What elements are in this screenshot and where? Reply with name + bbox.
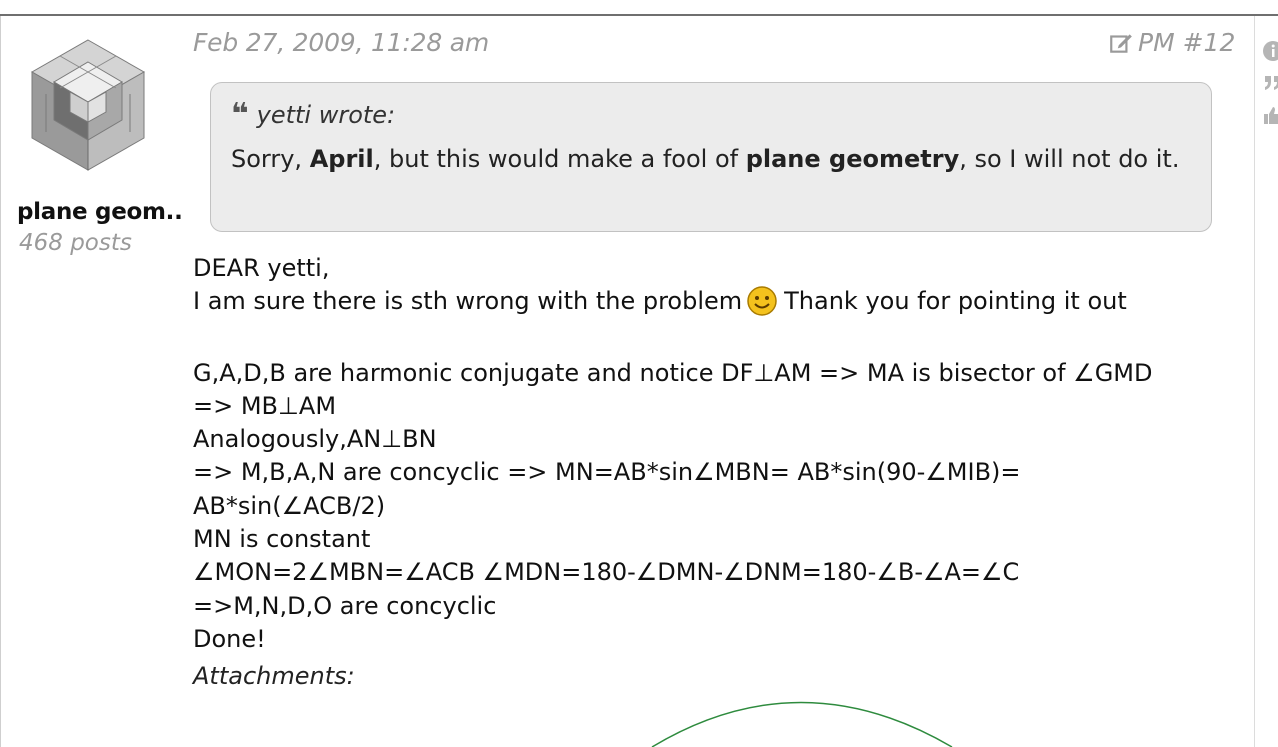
user-avatar[interactable] xyxy=(26,36,150,176)
body-line: I am sure there is sth wrong with the pr… xyxy=(193,286,1127,317)
quote-icon: ❝ xyxy=(231,97,249,132)
body-line: Analogously,AN⊥BN xyxy=(193,425,437,454)
body-line: =>M,N,D,O are concyclic xyxy=(193,591,497,620)
body-line: G,A,D,B are harmonic conjugate and notic… xyxy=(193,358,1153,387)
quote-bold-plane-geometry: plane geometry xyxy=(745,145,960,173)
like-icon[interactable] xyxy=(1262,104,1278,126)
post-body: DEAR yetti, I am sure there is sth wrong… xyxy=(193,252,1233,656)
body-line: AB*sin(∠ACB/2) xyxy=(193,491,386,520)
quote-text: Sorry, April, but this would make a fool… xyxy=(231,143,1191,176)
body-line: MN is constant xyxy=(193,525,371,554)
author-name[interactable]: plane geom.. xyxy=(17,199,183,225)
pm-link[interactable]: PM #12 xyxy=(1108,28,1235,57)
quote-header: ❝ yetti wrote: xyxy=(231,97,1191,132)
attachment-figure[interactable] xyxy=(560,698,1040,747)
attachments-label: Attachments: xyxy=(193,662,355,690)
forum-post: plane geom.. 468 posts Feb 27, 2009, 11:… xyxy=(0,16,1278,747)
body-line: ∠MON=2∠MBN=∠ACB ∠MDN=180-∠DMN-∠DNM=180-∠… xyxy=(193,558,1020,587)
quote-text-part: , but this would make a fool of xyxy=(373,145,746,173)
post-timestamp[interactable]: Feb 27, 2009, 11:28 am xyxy=(193,28,489,57)
body-line: Done! xyxy=(193,624,266,653)
body-line: => MB⊥AM xyxy=(193,391,337,420)
quote-text-part: , so I will not do it. xyxy=(959,145,1180,173)
quote-block: ❝ yetti wrote: Sorry, April, but this wo… xyxy=(210,82,1212,232)
info-icon[interactable] xyxy=(1262,40,1278,62)
greeting-line: DEAR yetti, xyxy=(193,254,330,282)
quote-text-part: Sorry, xyxy=(231,145,310,173)
edit-icon xyxy=(1110,33,1132,53)
quote-author[interactable]: yetti wrote: xyxy=(257,101,396,129)
quote-bold-april: April xyxy=(309,145,374,173)
pm-label: PM #12 xyxy=(1138,28,1236,57)
quote-reply-icon[interactable] xyxy=(1262,72,1278,94)
body-line: => M,B,A,N are concyclic => MN=AB*sin∠MB… xyxy=(193,458,1021,487)
post-actions xyxy=(1262,40,1278,160)
author-post-count: 468 posts xyxy=(19,230,132,256)
right-border xyxy=(1254,16,1255,747)
smiley-icon xyxy=(747,286,777,317)
top-divider xyxy=(0,0,1278,16)
